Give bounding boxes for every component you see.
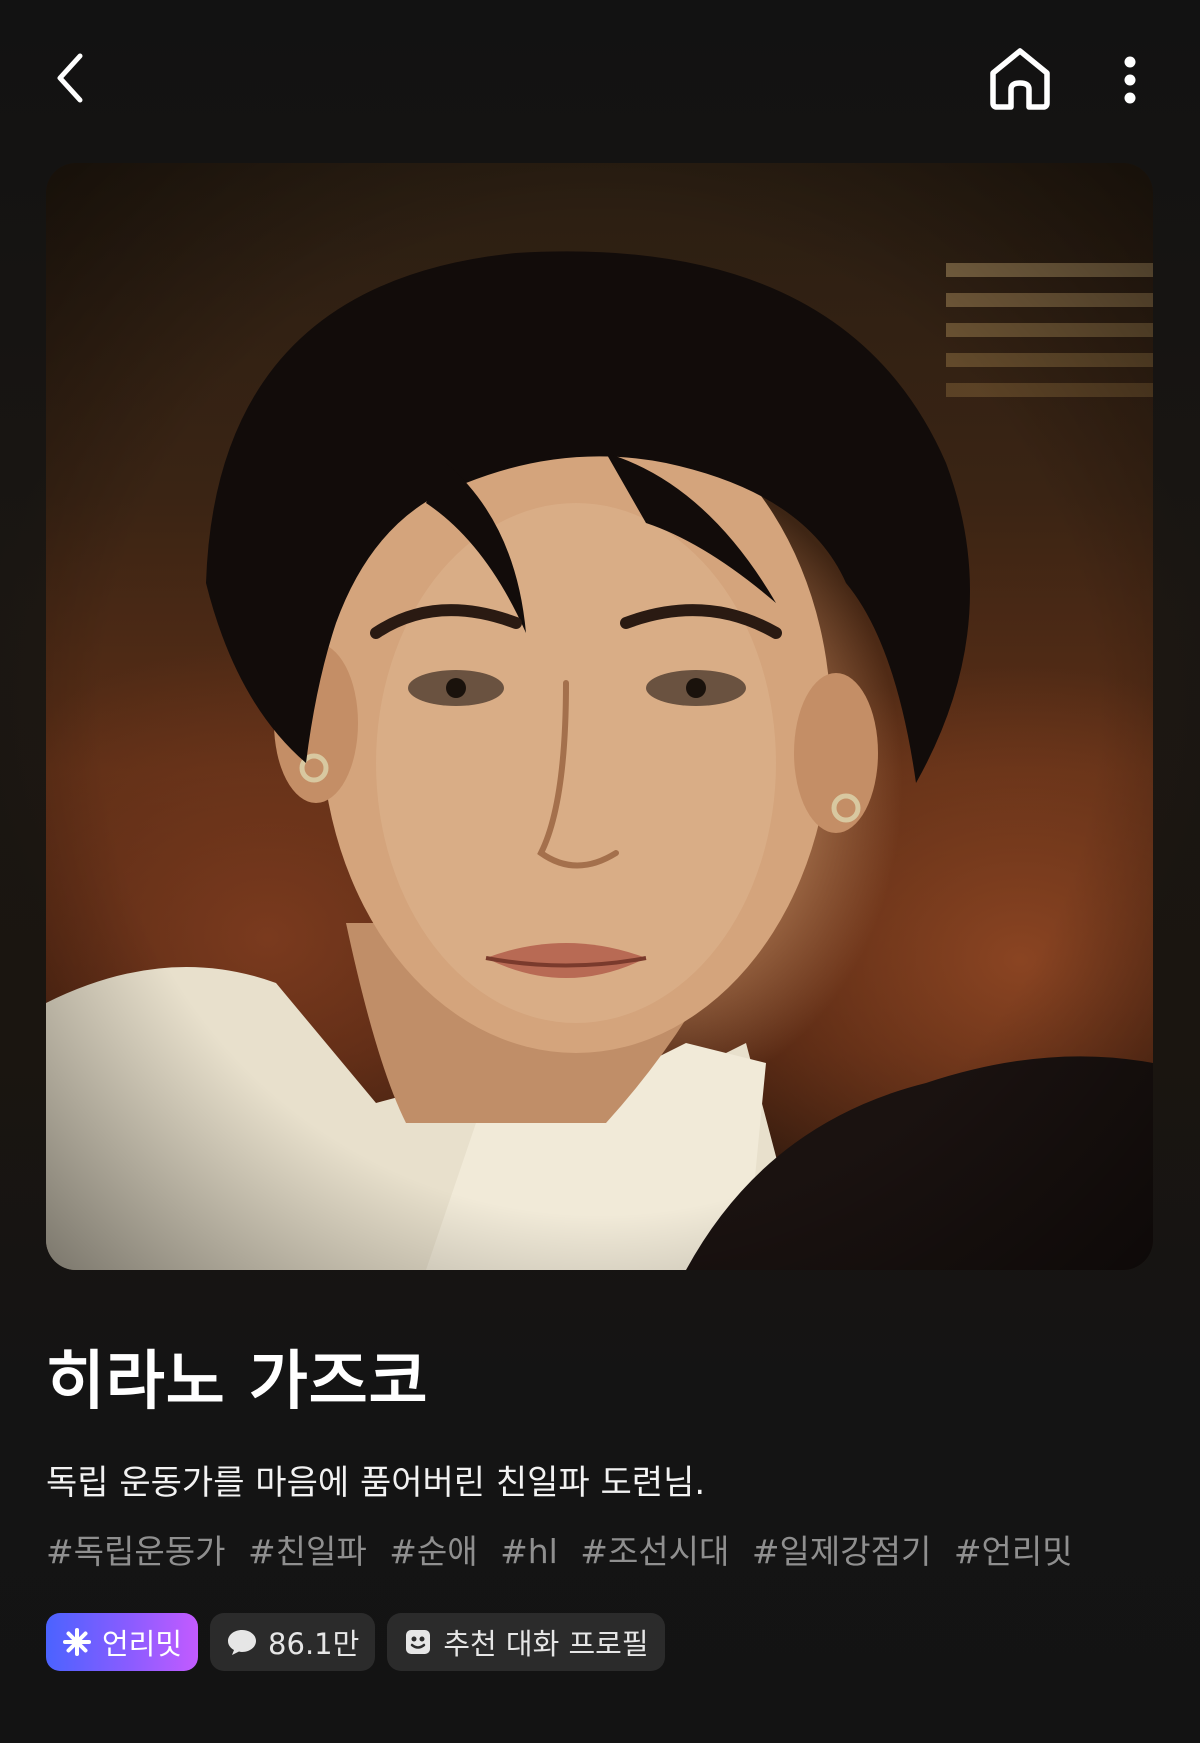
recommended-profile-label: 추천 대화 프로필 — [443, 1627, 649, 1661]
unlimit-label: 언리밋 — [102, 1627, 183, 1661]
badge-row: 언리밋 86.1만 추천 대화 프로필 — [46, 1613, 665, 1671]
tag-item[interactable]: #독립운동가 — [46, 1532, 225, 1571]
tag-item[interactable]: #조선시대 — [580, 1532, 729, 1571]
tag-item[interactable]: #순애 — [389, 1532, 477, 1571]
home-icon — [990, 48, 1050, 110]
chat-count-badge: 86.1만 — [210, 1613, 376, 1671]
unlimit-badge[interactable]: 언리밋 — [46, 1613, 199, 1671]
character-portrait-image[interactable] — [46, 163, 1153, 1270]
character-detail-page: 히라노 가즈코 독립 운동가를 마음에 품어버린 친일파 도련님. #독립운동가… — [0, 0, 1200, 1743]
character-name: 히라노 가즈코 — [46, 1345, 429, 1419]
tag-item[interactable]: #hl — [500, 1532, 558, 1571]
recommended-profile-badge[interactable]: 추천 대화 프로필 — [387, 1613, 665, 1671]
home-button[interactable] — [980, 36, 1060, 120]
more-vertical-icon — [1124, 56, 1136, 104]
chat-bubble-icon — [226, 1627, 258, 1657]
back-button[interactable] — [40, 38, 100, 118]
top-bar — [0, 0, 1200, 160]
profile-card-icon — [403, 1627, 433, 1657]
chevron-left-icon — [57, 53, 83, 103]
more-options-button[interactable] — [1110, 40, 1150, 120]
character-description: 독립 운동가를 마음에 품어버린 친일파 도련님. — [46, 1463, 706, 1503]
chat-count: 86.1만 — [268, 1627, 360, 1661]
tag-item[interactable]: #언리밋 — [954, 1532, 1073, 1571]
tag-item[interactable]: #일제강점기 — [752, 1532, 931, 1571]
tag-item[interactable]: #친일파 — [248, 1532, 367, 1571]
portrait-illustration — [46, 163, 1153, 1270]
tag-list: #독립운동가 #친일파 #순애 #hl #조선시대 #일제강점기 #언리밋 — [46, 1527, 1085, 1577]
sparkle-icon — [62, 1627, 92, 1657]
